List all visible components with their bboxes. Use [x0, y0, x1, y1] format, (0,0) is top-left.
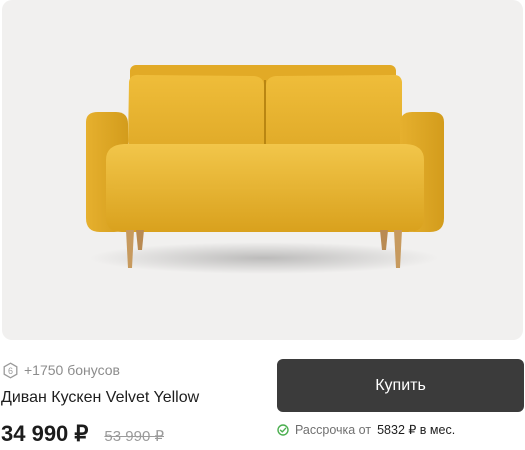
- old-price: 53 990 ₽: [104, 428, 164, 445]
- price-block: 34 990 ₽ 53 990 ₽: [1, 421, 164, 447]
- current-price: 34 990 ₽: [1, 421, 89, 446]
- check-circle-icon: [277, 423, 289, 436]
- buy-button[interactable]: Купить: [277, 359, 524, 412]
- installment-prefix: Рассрочка от: [295, 422, 372, 437]
- bonus-icon-digit: 6: [8, 366, 13, 376]
- product-card: 6 +1750 бонусов Диван Кускен Velvet Yell…: [0, 0, 525, 450]
- bonus-text: +1750 бонусов: [24, 362, 120, 378]
- product-image[interactable]: [2, 0, 523, 340]
- product-title[interactable]: Диван Кускен Velvet Yellow: [1, 389, 199, 407]
- sofa-illustration: [86, 65, 444, 274]
- bonus-info: 6 +1750 бонусов: [2, 361, 120, 379]
- installment-amount: 5832 ₽ в мес.: [377, 423, 456, 437]
- bonus-coin-icon: 6: [3, 361, 18, 379]
- installment-info[interactable]: Рассрочка от 5832 ₽ в мес.: [277, 422, 455, 437]
